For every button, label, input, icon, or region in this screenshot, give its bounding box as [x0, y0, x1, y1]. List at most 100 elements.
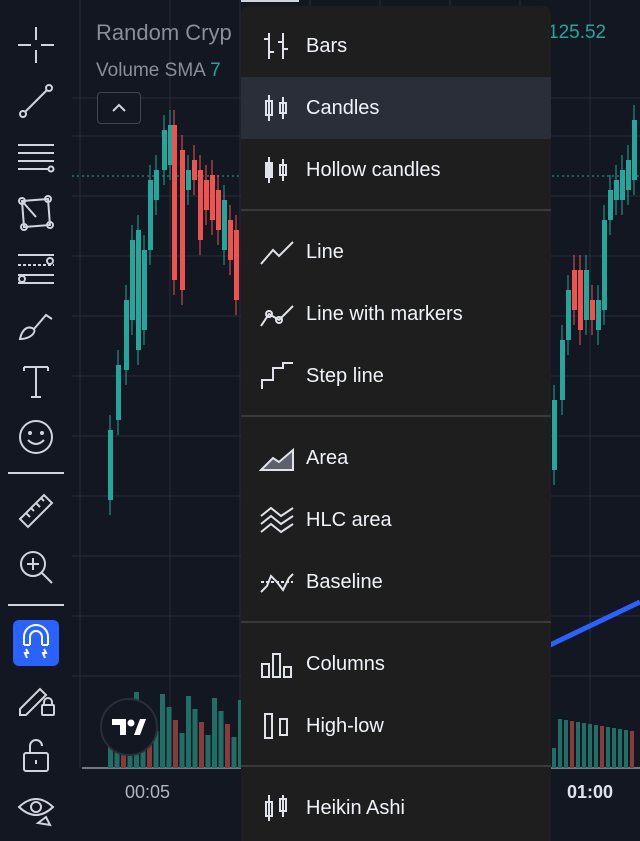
candle-body	[198, 170, 203, 240]
menu-item-label: Baseline	[306, 570, 383, 593]
volume-bar	[570, 721, 574, 768]
menu-item-area[interactable]: Area	[241, 427, 551, 489]
volume-bar	[199, 722, 204, 768]
volume-bar	[225, 724, 230, 768]
volume-bar	[624, 730, 628, 768]
candle-body	[626, 160, 631, 190]
fib-levels-icon[interactable]	[13, 246, 59, 292]
menu-item-label: Area	[306, 446, 349, 469]
polygon-icon[interactable]	[13, 190, 59, 236]
horizontal-lines-icon[interactable]	[13, 134, 59, 180]
hlc-area-icon	[259, 504, 295, 536]
menu-item-hollow-candles[interactable]: Hollow candles	[241, 139, 551, 201]
candle-body	[552, 400, 557, 470]
menu-item-high-low[interactable]: High-low	[241, 695, 551, 757]
volume-bar	[588, 724, 592, 768]
menu-divider	[241, 765, 551, 767]
toolbar-divider	[8, 604, 64, 606]
symbol-title[interactable]: Random Cryp	[96, 20, 232, 46]
chart-type-menu: Bars Candles Hollow candles Line Line wi…	[241, 6, 551, 841]
magnet-icon[interactable]	[13, 620, 59, 666]
menu-item-line[interactable]: Line	[241, 221, 551, 283]
volume-bar	[612, 728, 616, 768]
zoom-in-icon[interactable]	[13, 544, 59, 590]
volume-bar	[205, 735, 211, 768]
columns-icon	[259, 648, 295, 680]
volume-sma-legend[interactable]: Volume SMA 7	[96, 60, 221, 82]
eye-icon[interactable]	[13, 786, 59, 832]
brush-icon[interactable]	[13, 302, 59, 348]
candle-body	[116, 365, 121, 420]
candle-body	[234, 230, 239, 300]
volume-bar	[166, 707, 172, 768]
candle-body	[142, 250, 147, 330]
trend-line-icon[interactable]	[13, 78, 59, 124]
candle-body	[578, 270, 583, 330]
volume-bar	[600, 726, 604, 768]
menu-anchor	[241, 0, 299, 2]
candle-body	[596, 300, 601, 330]
drawing-toolbar	[0, 0, 72, 835]
menu-item-baseline[interactable]: Baseline	[241, 551, 551, 613]
menu-item-label: Hollow candles	[306, 158, 441, 181]
volume-bar	[179, 733, 185, 768]
menu-item-heikin-ashi[interactable]: Heikin Ashi	[241, 777, 551, 839]
menu-item-step-line[interactable]: Step line	[241, 345, 551, 407]
volume-bar	[630, 731, 634, 768]
candle-body	[620, 170, 625, 200]
candle-body	[614, 180, 619, 200]
text-icon[interactable]	[13, 358, 59, 404]
menu-divider	[241, 621, 551, 623]
volume-bar	[173, 720, 178, 768]
menu-item-line-with-markers[interactable]: Line with markers	[241, 283, 551, 345]
volume-bar	[160, 694, 165, 768]
candle-body	[172, 125, 177, 280]
menu-item-label: Bars	[306, 34, 348, 57]
volume-bar	[606, 727, 610, 768]
pencil-lock-icon[interactable]	[13, 676, 59, 722]
candle-body	[162, 130, 167, 170]
menu-item-candles[interactable]: Candles	[241, 77, 551, 139]
volume-bar	[582, 723, 586, 768]
menu-item-label: Line with markers	[306, 302, 463, 325]
tradingview-logo[interactable]	[100, 698, 158, 756]
baseline-icon	[259, 566, 295, 598]
unlock-icon[interactable]	[13, 732, 59, 778]
menu-item-label: Candles	[306, 96, 380, 119]
candle-body	[210, 175, 215, 220]
candle-body	[590, 300, 595, 320]
candle-body	[566, 290, 571, 340]
candle-body	[148, 180, 153, 250]
collapse-legend-button[interactable]	[97, 92, 141, 124]
candle-body	[130, 240, 135, 320]
menu-item-label: High-low	[306, 714, 384, 737]
ruler-icon[interactable]	[13, 488, 59, 534]
smiley-icon[interactable]	[13, 414, 59, 460]
menu-item-label: Line	[306, 240, 344, 263]
candle-body	[228, 220, 233, 260]
x-axis-label: 01:00	[567, 782, 614, 802]
candle-body	[180, 150, 185, 290]
volume-bar	[212, 698, 217, 768]
candle-body	[154, 170, 159, 200]
volume-bar	[231, 737, 237, 768]
menu-divider	[241, 415, 551, 417]
high-low-icon	[259, 710, 295, 742]
candle-body	[222, 200, 227, 250]
candle-body	[602, 220, 607, 310]
candle-body	[192, 160, 197, 180]
menu-item-hlc-area[interactable]: HLC area	[241, 489, 551, 551]
chevron-up-icon	[112, 103, 126, 112]
line-icon	[259, 236, 295, 268]
candle-body	[108, 430, 113, 500]
step-line-icon	[259, 360, 295, 392]
menu-item-bars[interactable]: Bars	[241, 15, 551, 77]
crosshair-icon[interactable]	[13, 22, 59, 68]
candle-body	[186, 170, 191, 190]
candles-icon	[259, 92, 295, 124]
candle-body	[136, 230, 141, 350]
menu-item-label: Columns	[306, 652, 385, 675]
candle-body	[632, 120, 637, 180]
menu-item-columns[interactable]: Columns	[241, 633, 551, 695]
hollow-candles-icon	[259, 154, 295, 186]
